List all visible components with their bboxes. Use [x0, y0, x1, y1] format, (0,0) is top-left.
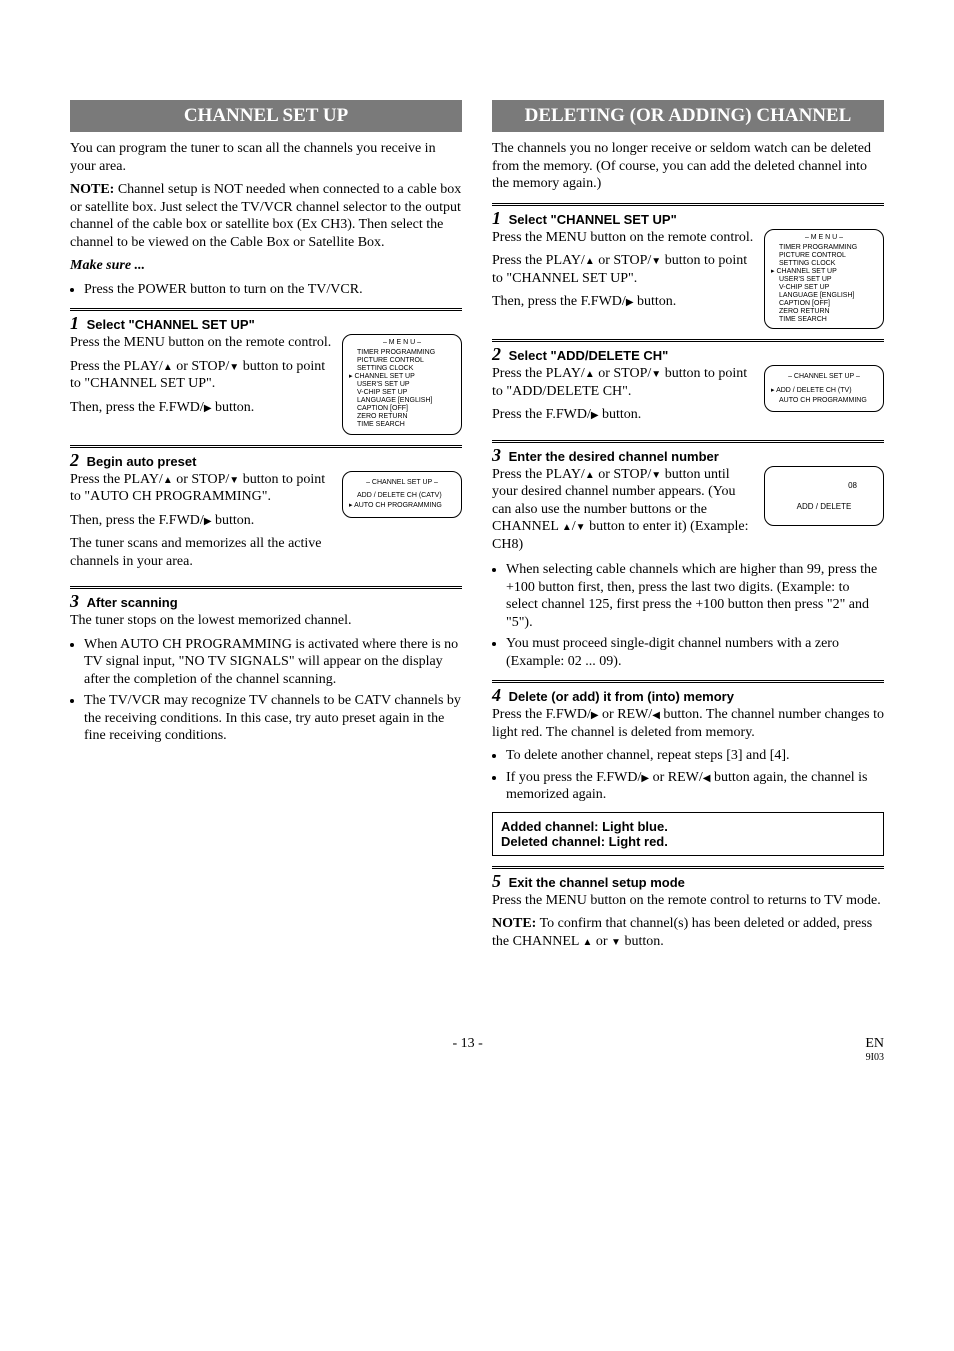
bullet-item: When AUTO CH PROGRAMMING is activated wh…	[84, 636, 462, 689]
step-1-title: 1 Select "CHANNEL SET UP"	[70, 308, 462, 334]
step-2-title: 2 Begin auto preset	[70, 445, 462, 471]
channel-setup-osd-box: – CHANNEL SET UP – ADD / DELETE CH (TV) …	[764, 365, 884, 412]
up-arrow-icon	[582, 934, 592, 949]
step-3-bullets: When selecting cable channels which are …	[492, 561, 884, 670]
make-sure-heading: Make sure ...	[70, 257, 462, 275]
page-footer: - 13 - EN 9I03	[70, 1036, 884, 1063]
right-arrow-icon	[204, 513, 212, 528]
step-4-bullets: To delete another channel, repeat steps …	[492, 747, 884, 804]
bullet-item: You must proceed single-digit channel nu…	[506, 635, 884, 670]
footer-code: 9I03	[865, 1052, 884, 1063]
step-3-title: 3 Enter the desired channel number	[492, 440, 884, 466]
up-arrow-icon	[585, 253, 595, 268]
right-arrow-icon	[641, 770, 649, 785]
page-number: - 13 -	[453, 1036, 483, 1063]
left-column: CHANNEL SET UP You can program the tuner…	[70, 100, 462, 956]
up-arrow-icon	[163, 359, 173, 374]
up-arrow-icon	[163, 472, 173, 487]
right-arrow-icon	[591, 707, 599, 722]
step-1-title: 1 Select "CHANNEL SET UP"	[492, 203, 884, 229]
down-arrow-icon	[651, 366, 661, 381]
step-5-note: NOTE: To confirm that channel(s) has bee…	[492, 915, 884, 950]
highlight-box: Added channel: Light blue. Deleted chann…	[492, 812, 884, 856]
up-arrow-icon	[562, 519, 572, 534]
down-arrow-icon	[229, 359, 239, 374]
channel-display-osd-box: 08 ADD / DELETE	[764, 466, 884, 526]
step-3-body: Press the PLAY/ or STOP/ button until yo…	[492, 466, 756, 560]
left-arrow-icon	[652, 707, 660, 722]
down-arrow-icon	[651, 467, 661, 482]
menu-osd-box: – M E N U – TIMER PROGRAMMING PICTURE CO…	[764, 229, 884, 330]
down-arrow-icon	[611, 934, 621, 949]
step-3-bullets: When AUTO CH PROGRAMMING is activated wh…	[70, 636, 462, 745]
down-arrow-icon	[651, 253, 661, 268]
step-2-body: Press the PLAY/ or STOP/ button to point…	[492, 365, 756, 430]
right-arrow-icon	[591, 407, 599, 422]
menu-osd-box: – M E N U – TIMER PROGRAMMING PICTURE CO…	[342, 334, 462, 435]
note-paragraph: NOTE: Channel setup is NOT needed when c…	[70, 181, 462, 251]
make-sure-list: Press the POWER button to turn on the TV…	[70, 281, 462, 299]
make-sure-item: Press the POWER button to turn on the TV…	[84, 281, 462, 299]
right-arrow-icon	[204, 400, 212, 415]
step-5-title: 5 Exit the channel setup mode	[492, 866, 884, 892]
intro-paragraph: You can program the tuner to scan all th…	[70, 140, 462, 175]
channel-setup-osd-box: – CHANNEL SET UP – ADD / DELETE CH (CATV…	[342, 471, 462, 518]
step-1-body: Press the MENU button on the remote cont…	[492, 229, 756, 317]
step-2-title: 2 Select "ADD/DELETE CH"	[492, 339, 884, 365]
up-arrow-icon	[585, 366, 595, 381]
bullet-item: When selecting cable channels which are …	[506, 561, 884, 631]
down-arrow-icon	[576, 519, 586, 534]
down-arrow-icon	[229, 472, 239, 487]
step-3-body: The tuner stops on the lowest memorized …	[70, 612, 462, 630]
footer-lang: EN	[865, 1036, 884, 1051]
step-1-body: Press the MENU button on the remote cont…	[70, 334, 334, 422]
intro-paragraph: The channels you no longer receive or se…	[492, 140, 884, 193]
section-title-channel-set-up: CHANNEL SET UP	[70, 100, 462, 132]
step-3-title: 3 After scanning	[70, 586, 462, 612]
right-column: DELETING (OR ADDING) CHANNEL The channel…	[492, 100, 884, 956]
step-4-body: Press the F.FWD/ or REW/ button. The cha…	[492, 706, 884, 741]
bullet-item: To delete another channel, repeat steps …	[506, 747, 884, 765]
bullet-item: The TV/VCR may recognize TV channels to …	[84, 692, 462, 745]
section-title-deleting-adding: DELETING (OR ADDING) CHANNEL	[492, 100, 884, 132]
right-arrow-icon	[626, 294, 634, 309]
step-5-body: Press the MENU button on the remote cont…	[492, 892, 884, 910]
step-4-title: 4 Delete (or add) it from (into) memory	[492, 680, 884, 706]
bullet-item: If you press the F.FWD/ or REW/ button a…	[506, 769, 884, 804]
up-arrow-icon	[585, 467, 595, 482]
step-2-body: Press the PLAY/ or STOP/ button to point…	[70, 471, 334, 577]
